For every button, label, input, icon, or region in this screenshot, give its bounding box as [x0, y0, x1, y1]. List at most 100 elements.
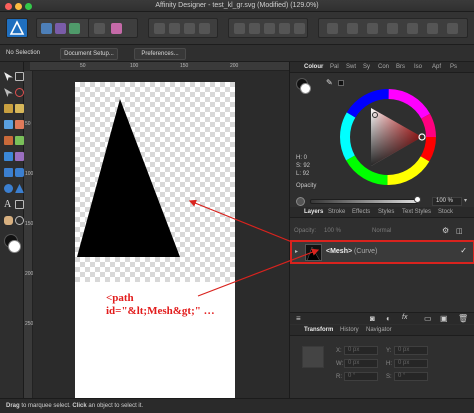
y-field[interactable]: 0 px — [394, 346, 428, 355]
node-tool-icon[interactable] — [4, 88, 13, 97]
pixel-persona-icon[interactable] — [55, 23, 66, 34]
add-group-icon[interactable]: ▣ — [440, 314, 448, 323]
opacity-slider-thumb[interactable] — [414, 196, 421, 203]
order-back-icon[interactable] — [154, 23, 165, 34]
fill-tool-icon[interactable] — [4, 136, 13, 145]
order-forward-icon[interactable] — [169, 23, 180, 34]
y-label: Y: — [386, 348, 392, 354]
preferences-button[interactable]: Preferences... — [134, 48, 186, 60]
add-boolean-icon[interactable] — [234, 23, 245, 34]
pen-tool-icon[interactable] — [15, 104, 24, 113]
app-logo-button[interactable] — [6, 18, 28, 38]
tab-appearance[interactable]: Apf — [432, 64, 441, 70]
assistant-icon[interactable] — [447, 23, 458, 34]
snapping-icon[interactable] — [111, 23, 122, 34]
artboard[interactable] — [75, 82, 235, 398]
frame-text-tool-icon[interactable] — [15, 200, 24, 209]
insert-inside-icon[interactable] — [347, 23, 358, 34]
grid-icon[interactable] — [407, 23, 418, 34]
tab-text-styles[interactable]: Text Styles — [402, 209, 431, 215]
ungroup-icon[interactable] — [387, 23, 398, 34]
layer-visible-checkbox[interactable]: ✓ — [460, 246, 467, 255]
document-canvas[interactable] — [33, 71, 289, 398]
tab-ps[interactable]: Ps — [450, 64, 457, 70]
shear-field[interactable]: 0 ° — [394, 372, 428, 381]
colour-mode-icon[interactable] — [338, 80, 344, 86]
tab-constraints[interactable]: Con — [378, 64, 389, 70]
fill-colour-swatch[interactable] — [8, 240, 21, 253]
view-mode-buttons — [88, 18, 138, 38]
tab-isometric[interactable]: Iso — [414, 64, 422, 70]
layer-visibility-icon[interactable]: ◫ — [456, 227, 463, 235]
group-icon[interactable] — [367, 23, 378, 34]
triangle-tool-icon[interactable] — [15, 184, 24, 193]
flip-icon[interactable] — [199, 23, 210, 34]
view-mode-icon[interactable] — [94, 23, 105, 34]
eyedropper-icon[interactable]: ✎ — [326, 78, 333, 87]
point-transform-tool-icon[interactable] — [15, 88, 24, 97]
h-field[interactable]: 0 px — [394, 359, 428, 368]
zoom-tool-icon[interactable] — [15, 216, 24, 225]
add-layer-icon[interactable]: ▭ — [424, 314, 432, 323]
opacity-slider[interactable] — [310, 199, 418, 204]
right-panels: Colour Pal Swt Sy Con Brs Iso Apf Ps ✎ H… — [289, 62, 474, 398]
expand-layer-icon[interactable]: ▸ — [295, 248, 298, 255]
intersect-boolean-icon[interactable] — [264, 23, 275, 34]
divide-boolean-icon[interactable] — [279, 23, 290, 34]
rectangle-tool-icon[interactable] — [4, 168, 13, 177]
tab-colour[interactable]: Colour — [304, 64, 323, 70]
rotation-field[interactable]: 0 ° — [344, 372, 378, 381]
subtract-boolean-icon[interactable] — [249, 23, 260, 34]
document-setup-button[interactable]: Document Setup... — [60, 48, 118, 60]
crop-tool-icon[interactable] — [15, 152, 24, 161]
blend-mode-select[interactable]: Normal — [372, 228, 391, 234]
path-annotation-line1: <path — [106, 292, 134, 304]
tab-effects[interactable]: Effects — [352, 209, 370, 215]
align-icon[interactable] — [184, 23, 195, 34]
opacity-dropdown-icon[interactable]: ▾ — [464, 197, 467, 204]
w-field[interactable]: 0 px — [344, 359, 378, 368]
tab-layers[interactable]: Layers — [304, 209, 323, 215]
layer-settings-gear-icon[interactable]: ⚙ — [442, 226, 449, 235]
artistic-text-tool-icon[interactable]: A — [4, 200, 13, 210]
x-field[interactable]: 0 px — [344, 346, 378, 355]
delete-layer-icon[interactable]: 🗑 — [458, 314, 468, 323]
tab-symbols[interactable]: Sy — [363, 64, 370, 70]
opacity-value-field[interactable]: 100 % — [432, 197, 462, 206]
layer-row-mesh[interactable]: ▸ <Mesh> (Curve) ✓ — [290, 240, 474, 264]
pencil-tool-icon[interactable] — [4, 120, 13, 129]
ellipse-tool-icon[interactable] — [4, 184, 13, 193]
fx-icon[interactable]: fx — [402, 314, 407, 321]
layer-opacity-value[interactable]: 100 % — [324, 228, 341, 234]
mesh-triangle-shape[interactable] — [77, 99, 180, 257]
vector-brush-tool-icon[interactable] — [15, 120, 24, 129]
view-tool-icon[interactable] — [4, 216, 13, 225]
adjustment-icon[interactable]: ◐ — [386, 314, 391, 323]
guides-icon[interactable] — [427, 23, 438, 34]
tab-swatches[interactable]: Swt — [346, 64, 356, 70]
rounded-rectangle-tool-icon[interactable] — [15, 168, 24, 177]
layer-stack-icon[interactable]: ≡ — [296, 314, 301, 323]
opacity-icon — [296, 197, 305, 206]
insert-artboard-icon[interactable] — [327, 23, 338, 34]
tab-brushes[interactable]: Brs — [396, 64, 405, 70]
tab-stock[interactable]: Stock — [438, 209, 453, 215]
move-tool-icon[interactable] — [4, 72, 13, 81]
tab-palettes[interactable]: Pal — [330, 64, 339, 70]
fill-swatch[interactable] — [300, 83, 311, 94]
corner-tool-icon[interactable] — [4, 104, 13, 113]
artboard-tool-icon[interactable] — [15, 72, 24, 81]
layer-thumbnail-triangle-icon — [307, 246, 320, 260]
colour-wheel[interactable] — [338, 87, 438, 187]
tab-stroke[interactable]: Stroke — [328, 209, 345, 215]
tab-styles[interactable]: Styles — [378, 209, 394, 215]
export-persona-icon[interactable] — [69, 23, 80, 34]
place-image-tool-icon[interactable] — [4, 152, 13, 161]
status-drag-word: Drag — [6, 403, 20, 409]
anchor-selector-icon[interactable] — [302, 346, 324, 368]
designer-persona-icon[interactable] — [41, 23, 52, 34]
mask-layer-icon[interactable]: ◙ — [370, 314, 375, 323]
combine-icon[interactable] — [294, 23, 305, 34]
operation-buttons — [228, 18, 308, 38]
transparency-tool-icon[interactable] — [15, 136, 24, 145]
